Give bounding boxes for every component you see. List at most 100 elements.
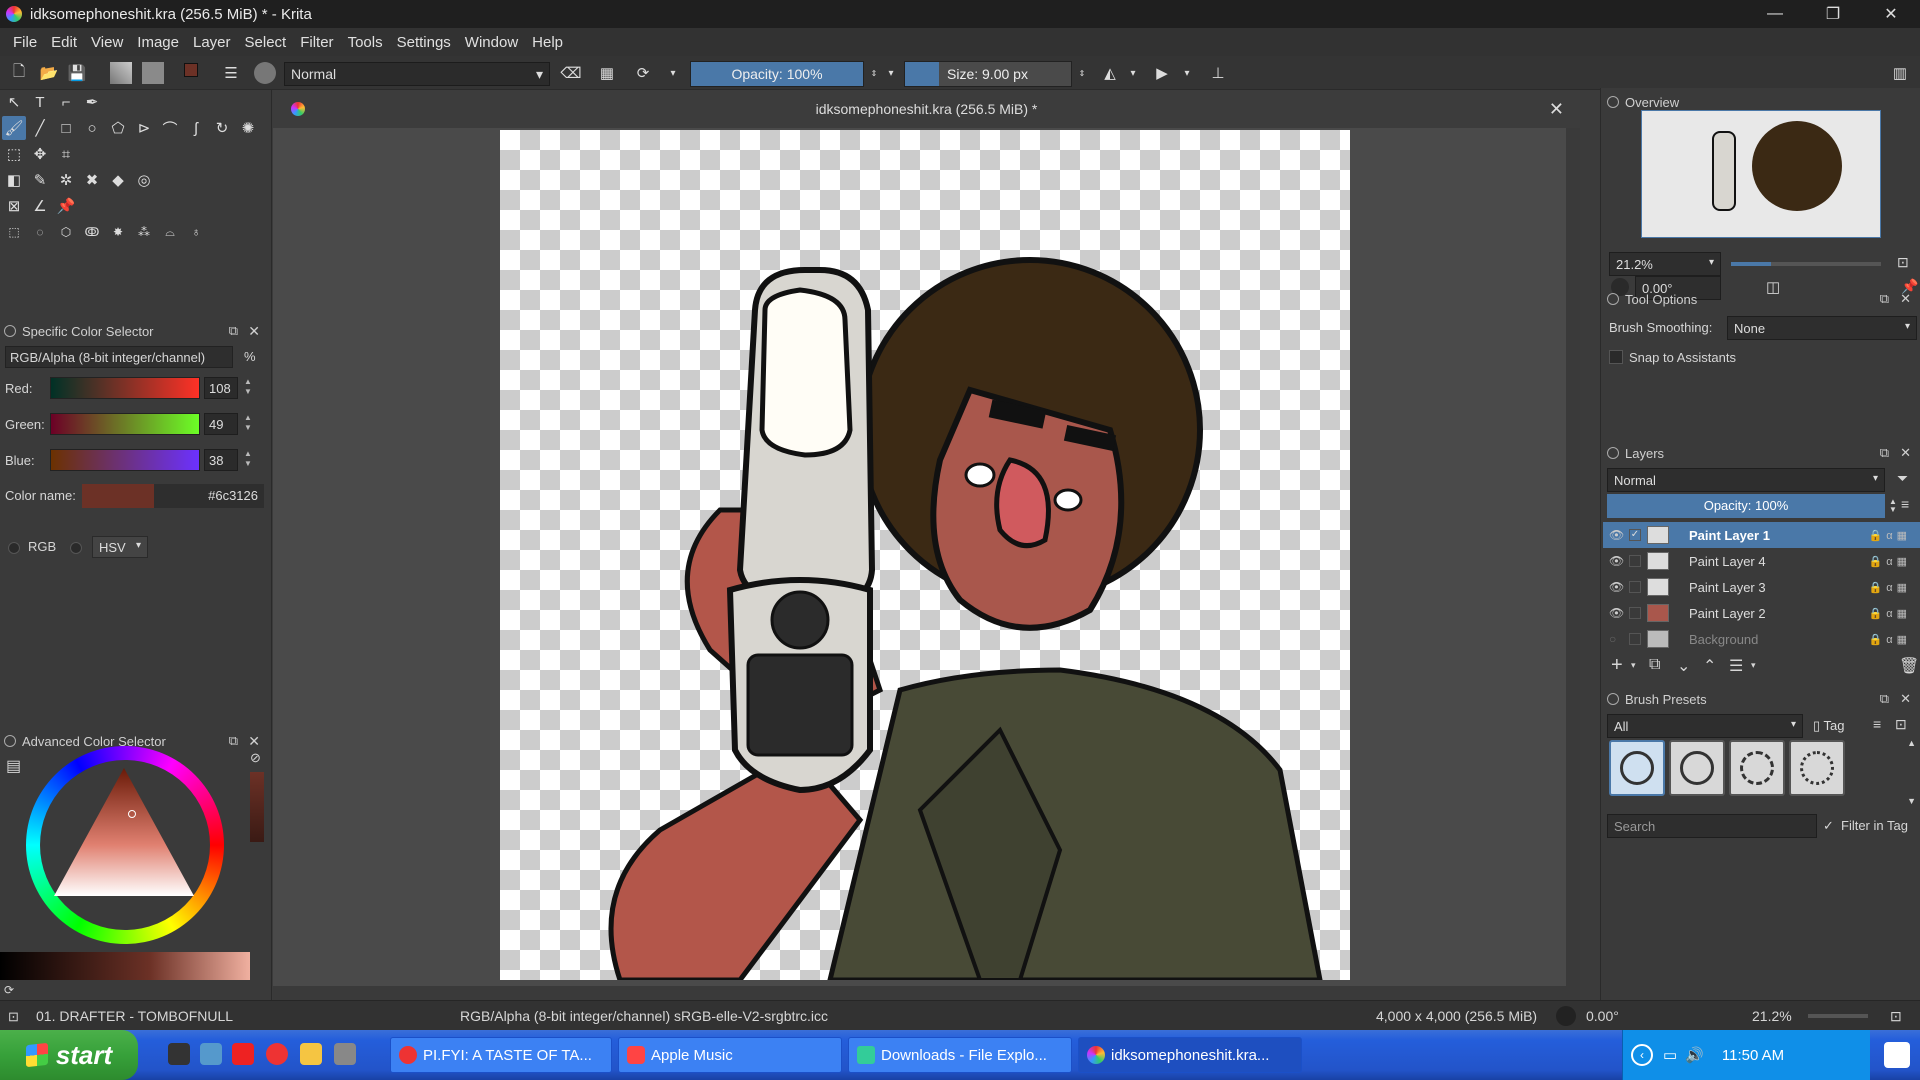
line-tool-icon[interactable]: ╱ [28,116,52,140]
lock-icon[interactable] [4,325,16,337]
volume-icon[interactable]: 🔊 [1685,1046,1704,1064]
crop-tool-icon[interactable]: ⌗ [54,142,78,166]
polygon-select-icon[interactable]: ⬡ [54,220,78,244]
hidden-eye-icon[interactable]: ○ [1609,632,1616,646]
layer-row[interactable]: 👁 Paint Layer 3 🔒α▦ [1603,574,1920,600]
smart-patch-icon[interactable]: ✲ [54,168,78,192]
layer-row[interactable]: 👁 ✓ Paint Layer 1 🔒α▦ [1603,522,1920,548]
select-shapes-icon[interactable]: ↖ [2,90,26,114]
wrap-around-icon[interactable]: ⊥ [1206,62,1230,84]
overview-zoom-select[interactable]: 21.2% ▾ [1609,252,1721,276]
visibility-eye-icon[interactable]: 👁 [1609,554,1624,568]
gamepad-icon[interactable] [334,1043,356,1065]
bezier-tool-icon[interactable]: ⌒ [158,116,182,140]
layer-select-checkbox[interactable] [1629,581,1641,593]
brush-preset-icon[interactable] [254,62,276,84]
fg-bg-color-icon[interactable] [180,62,206,84]
scroll-down-icon[interactable]: ▼ [1907,796,1916,806]
preserve-alpha-icon[interactable]: ▦ [596,62,618,84]
freehand-path-icon[interactable]: ʃ [184,116,208,140]
mirror-vertical-icon[interactable]: ▶ [1150,62,1174,84]
menu-file[interactable]: File [13,34,37,51]
brush-storage-icon[interactable]: ⊡ [1895,716,1907,733]
new-document-icon[interactable]: 🗋 [8,62,30,84]
magnetic-select-icon[interactable]: ♁ [184,220,208,244]
lock-alpha-icons[interactable]: 🔒α▦ [1869,633,1911,646]
mirror-horizontal-icon[interactable]: ◭ [1098,62,1122,84]
brush-search-input[interactable]: Search [1607,814,1817,838]
close-panel-icon[interactable]: ✕ [1900,291,1911,307]
opacity-spin-icon[interactable]: ⇕ [868,62,880,84]
menu-help[interactable]: Help [532,34,563,51]
move-layer-up-icon[interactable]: ⌃ [1703,656,1716,676]
brush-preset-tile[interactable] [1609,740,1665,796]
reload-preset-icon[interactable]: ⟳ [632,62,654,84]
save-icon[interactable]: 💾 [66,62,88,84]
polyline-tool-icon[interactable]: ⊳ [132,116,156,140]
lock-alpha-icons[interactable]: 🔒α▦ [1869,555,1911,568]
blend-mode-select[interactable]: Normal ▾ [284,62,550,86]
lock-alpha-icons[interactable]: 🔒α▦ [1869,529,1911,542]
lock-icon[interactable] [4,735,16,747]
refresh-icon[interactable]: ⟳ [4,983,14,997]
open-document-icon[interactable]: 📂 [38,62,60,84]
clock[interactable]: 11:50 AM [1722,1047,1784,1064]
layer-row[interactable]: 👁 Paint Layer 4 🔒α▦ [1603,548,1920,574]
assistant-tool-icon[interactable]: ⊠ [2,194,26,218]
chevron-down-icon[interactable]: ▾ [666,62,680,84]
contiguous-select-icon[interactable]: ✸ [106,220,130,244]
close-panel-icon[interactable]: ✕ [248,323,260,340]
float-panel-icon[interactable]: ⧉ [1880,291,1889,307]
layer-row[interactable]: ○ Background 🔒α▦ [1603,626,1920,652]
overview-thumbnail[interactable] [1641,110,1881,238]
notification-icon[interactable] [1884,1042,1910,1068]
brush-preset-tile[interactable] [1789,740,1845,796]
text-tool-icon[interactable]: T [28,90,52,114]
menu-image[interactable]: Image [137,34,179,51]
brush-settings-icon[interactable]: ☰ [220,62,242,84]
color-picker-icon[interactable]: ✎ [28,168,52,192]
chevron-down-icon[interactable]: ▾ [884,62,898,84]
color-history-strip[interactable] [250,772,264,842]
status-rotation[interactable]: 0.00° [1586,1008,1619,1024]
brush-preset-tile[interactable] [1729,740,1785,796]
layer-opacity-spin-icon[interactable]: ▲ ▼ [1889,498,1897,514]
layer-opacity-slider[interactable]: Opacity: 100% [1607,494,1885,518]
add-layer-icon[interactable]: + [1611,654,1623,677]
menu-select[interactable]: Select [245,34,287,51]
layer-select-checkbox[interactable] [1629,555,1641,567]
chevron-down-icon[interactable]: ▾ [1180,62,1194,84]
polygon-tool-icon[interactable]: ⬠ [106,116,130,140]
zoom-slider[interactable] [1808,1014,1868,1018]
layer-row[interactable]: 👁 Paint Layer 2 🔒α▦ [1603,600,1920,626]
rotation-dial-icon[interactable] [1556,1006,1576,1026]
close-panel-icon[interactable]: ✕ [248,733,260,750]
start-button[interactable]: start [0,1030,138,1080]
calligraphy-icon[interactable]: ✒ [80,90,104,114]
quicklaunch-app-icon[interactable] [168,1043,190,1065]
rect-select-icon[interactable]: ⬚ [2,220,26,244]
freehand-brush-icon[interactable]: 🖌 [2,116,26,140]
tag-button[interactable]: ▯ Tag [1809,715,1863,737]
move-tool-icon[interactable]: ✥ [28,142,52,166]
lock-icon[interactable] [1607,447,1619,459]
workspace-icon[interactable]: ▥ [1888,62,1912,84]
duplicate-layer-icon[interactable]: ⧉ [1649,656,1660,674]
lock-icon[interactable] [1607,96,1619,108]
visibility-eye-icon[interactable]: 👁 [1609,580,1624,594]
green-spin-icon[interactable]: ▲ ▼ [240,413,256,435]
opacity-slider[interactable]: Opacity: 100% [690,61,864,87]
hsv-radio[interactable] [70,542,82,554]
chevron-down-icon[interactable]: ▾ [1751,660,1756,671]
battery-icon[interactable]: ▭ [1663,1046,1677,1064]
chevron-down-icon[interactable]: ▾ [1126,62,1140,84]
float-panel-icon[interactable]: ⧉ [1880,445,1889,461]
clear-icon[interactable]: ⊘ [250,750,261,766]
brush-filter-select[interactable]: All ▾ [1607,714,1803,738]
layer-properties-icon[interactable]: ☰ [1729,656,1743,676]
close-window-button[interactable]: ✕ [1862,0,1920,28]
vivaldi-icon[interactable] [266,1043,288,1065]
menu-filter[interactable]: Filter [300,34,333,51]
taskbar-item-apple-music[interactable]: Apple Music [618,1037,842,1073]
rectangle-tool-icon[interactable]: □ [54,116,78,140]
